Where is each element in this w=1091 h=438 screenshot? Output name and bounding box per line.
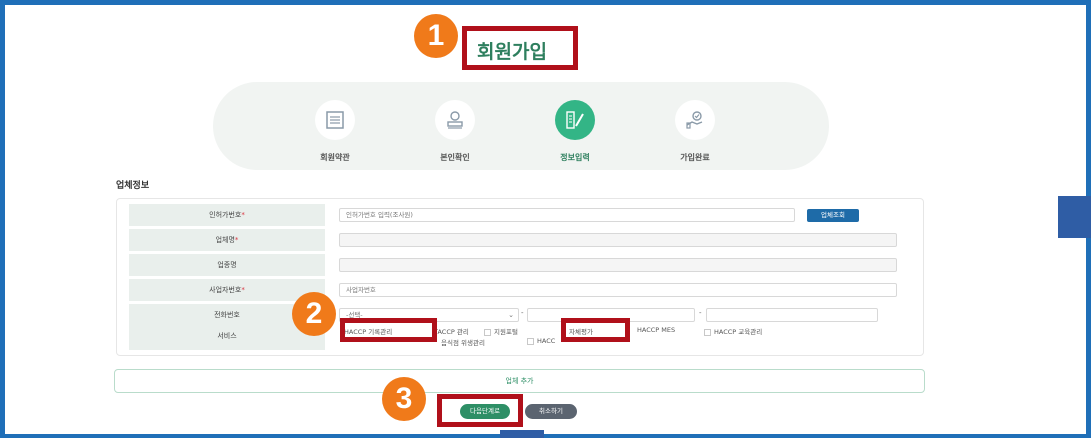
phone-separator: - xyxy=(521,309,524,317)
service-option-taccp[interactable]: TACCP 관리 xyxy=(434,326,469,336)
checkbox[interactable] xyxy=(484,328,491,336)
label-license-number: 인허가번호* xyxy=(129,204,325,226)
row-business-number: 사업자번호* 사업자번호 xyxy=(129,279,913,301)
step-label: 가입완료 xyxy=(680,153,710,162)
phone-last-input[interactable] xyxy=(706,308,878,322)
label-business-number: 사업자번호* xyxy=(129,279,325,301)
section-title: 업체정보 xyxy=(116,181,150,191)
step-info-input: 정보입력 xyxy=(530,100,620,163)
service-option-haccp-education[interactable]: HACCP 교육관리 xyxy=(704,326,762,336)
company-info-form: 인허가번호* 인허가번호 입력(조사원) 업체조회 업체명* 업종명 사업자번호… xyxy=(116,198,924,356)
edit-pencil-icon xyxy=(566,111,584,129)
highlight-box-haccp-record xyxy=(340,318,437,342)
side-panel-tab xyxy=(1058,196,1091,238)
service-option-portal[interactable]: 지원포털 xyxy=(484,326,518,336)
step-identity: 본인확인 xyxy=(410,100,500,163)
service-option-hacc[interactable]: HACC xyxy=(527,337,555,345)
highlight-box-next xyxy=(437,394,523,427)
label-company-name: 업체명* xyxy=(129,229,325,251)
service-option-restaurant-hygiene[interactable]: 음식점 위생관리 xyxy=(441,337,485,347)
add-company-button[interactable]: 업체 추가 xyxy=(114,369,925,393)
license-number-input[interactable]: 인허가번호 입력(조사원) xyxy=(339,208,795,222)
checkbox[interactable] xyxy=(704,328,711,336)
industry-input xyxy=(339,258,897,272)
highlight-box-self-assessment xyxy=(561,318,630,342)
step-label: 회원약관 xyxy=(320,153,350,162)
step-complete: 가입완료 xyxy=(650,100,740,163)
company-name-input xyxy=(339,233,897,247)
step-terms: 회원약관 xyxy=(290,100,380,163)
label-industry: 업종명 xyxy=(129,254,325,276)
company-search-button[interactable]: 업체조회 xyxy=(807,209,859,222)
handshake-check-icon xyxy=(686,111,703,129)
chevron-down-icon: ⌄ xyxy=(508,311,514,319)
row-industry: 업종명 xyxy=(129,254,913,276)
row-company-name: 업체명* xyxy=(129,229,913,251)
step-label: 본인확인 xyxy=(440,153,470,162)
person-card-icon xyxy=(447,111,463,129)
step-marker-3: 3 xyxy=(382,377,426,421)
step-marker-2: 2 xyxy=(292,292,336,336)
cancel-button[interactable]: 취소하기 xyxy=(525,404,577,419)
highlight-box-title xyxy=(462,26,578,70)
row-service: 서비스 HACCP 기록관리 TACCP 관리 지원포털 자체평가 HACCP … xyxy=(129,322,913,350)
service-option-haccp-mes[interactable]: HACCP MES xyxy=(637,326,675,334)
phone-separator: - xyxy=(699,309,702,317)
business-number-input[interactable]: 사업자번호 xyxy=(339,283,897,297)
row-license-number: 인허가번호* 인허가번호 입력(조사원) 업체조회 xyxy=(129,204,913,226)
checkbox[interactable] xyxy=(527,337,534,345)
step-label: 정보입력 xyxy=(560,153,590,162)
bottom-panel-tab xyxy=(500,430,544,438)
step-marker-1: 1 xyxy=(414,14,458,58)
document-list-icon xyxy=(326,111,344,129)
